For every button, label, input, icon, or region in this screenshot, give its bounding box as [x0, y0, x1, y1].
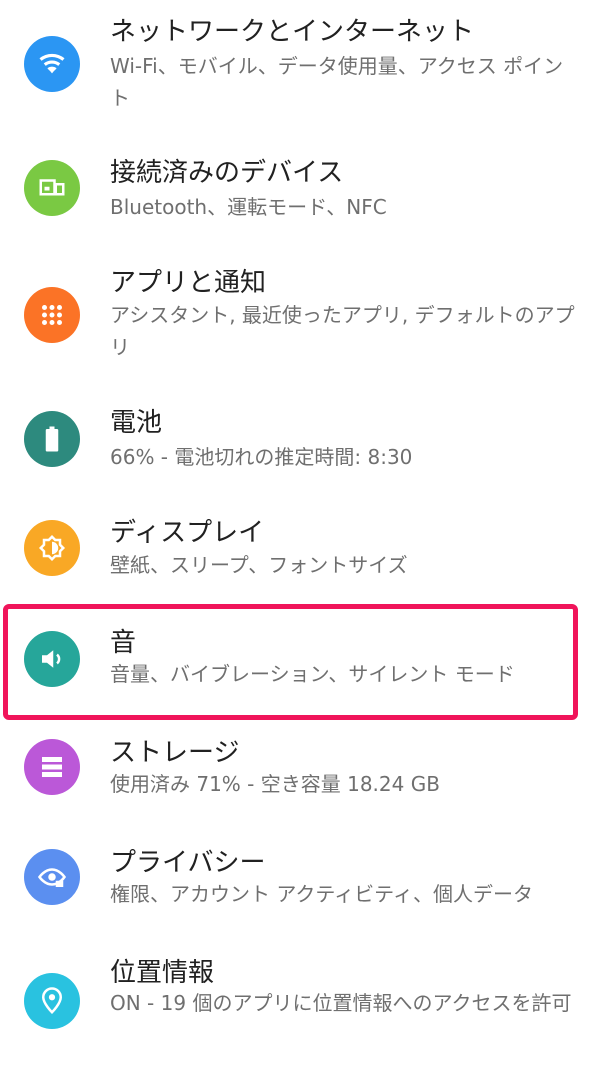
settings-item-title: ディスプレイ [110, 518, 265, 548]
connected-devices-icon [24, 160, 80, 216]
settings-item-subtitle: 66% - 電池切れの推定時間: 8:30 [110, 445, 413, 469]
settings-item-location[interactable]: 位置情報 ON - 19 個のアプリに位置情報へのアクセスを許可 [0, 955, 600, 1069]
settings-item-subtitle: アシスタント, 最近使ったアプリ, デフォルトのアプリ [110, 303, 575, 359]
settings-item-title: 音 [110, 628, 137, 658]
settings-item-subtitle: Wi-Fi、モバイル、データ使用量、アクセス ポイント [110, 54, 564, 110]
battery-icon [24, 411, 80, 467]
settings-item-privacy[interactable]: プライバシー 権限、アカウント アクティビティ、個人データ [0, 845, 600, 945]
location-pin-icon [24, 973, 80, 1029]
settings-item-title: アプリと通知 [110, 268, 267, 298]
settings-list: ネットワークとインターネット Wi-Fi、モバイル、データ使用量、アクセス ポイ… [0, 0, 600, 1069]
settings-item-subtitle: 使用済み 71% - 空き容量 18.24 GB [110, 772, 440, 796]
settings-item-storage[interactable]: ストレージ 使用済み 71% - 空き容量 18.24 GB [0, 735, 600, 835]
settings-item-display[interactable]: ディスプレイ 壁紙、スリープ、フォントサイズ [0, 515, 600, 615]
settings-item-apps[interactable]: アプリと通知 アシスタント, 最近使ったアプリ, デフォルトのアプリ [0, 265, 600, 365]
settings-item-subtitle: Bluetooth、運転モード、NFC [110, 195, 387, 219]
wifi-icon [24, 36, 80, 92]
settings-item-subtitle: 音量、バイブレーション、サイレント モード [110, 662, 515, 686]
storage-icon [24, 739, 80, 795]
settings-item-subtitle: ON - 19 個のアプリに位置情報へのアクセスを許可 [110, 991, 572, 1015]
settings-item-subtitle: 壁紙、スリープ、フォントサイズ [110, 553, 408, 577]
settings-item-title: ストレージ [110, 738, 240, 768]
volume-icon [24, 631, 80, 687]
settings-item-connected-devices[interactable]: 接続済みのデバイス Bluetooth、運転モード、NFC [0, 155, 600, 255]
apps-grid-icon [24, 287, 80, 343]
privacy-eye-icon [24, 849, 80, 905]
settings-item-title: プライバシー [110, 848, 266, 878]
settings-item-title: 接続済みのデバイス [110, 158, 344, 188]
settings-item-network[interactable]: ネットワークとインターネット Wi-Fi、モバイル、データ使用量、アクセス ポイ… [0, 0, 600, 110]
settings-item-battery[interactable]: 電池 66% - 電池切れの推定時間: 8:30 [0, 405, 600, 505]
settings-item-subtitle: 権限、アカウント アクティビティ、個人データ [110, 882, 533, 906]
brightness-icon [24, 520, 80, 576]
settings-item-title: 位置情報 [110, 958, 215, 988]
settings-item-title: ネットワークとインターネット [110, 17, 475, 47]
settings-item-sound[interactable]: 音 音量、バイブレーション、サイレント モード [0, 625, 600, 725]
settings-item-title: 電池 [110, 408, 163, 438]
